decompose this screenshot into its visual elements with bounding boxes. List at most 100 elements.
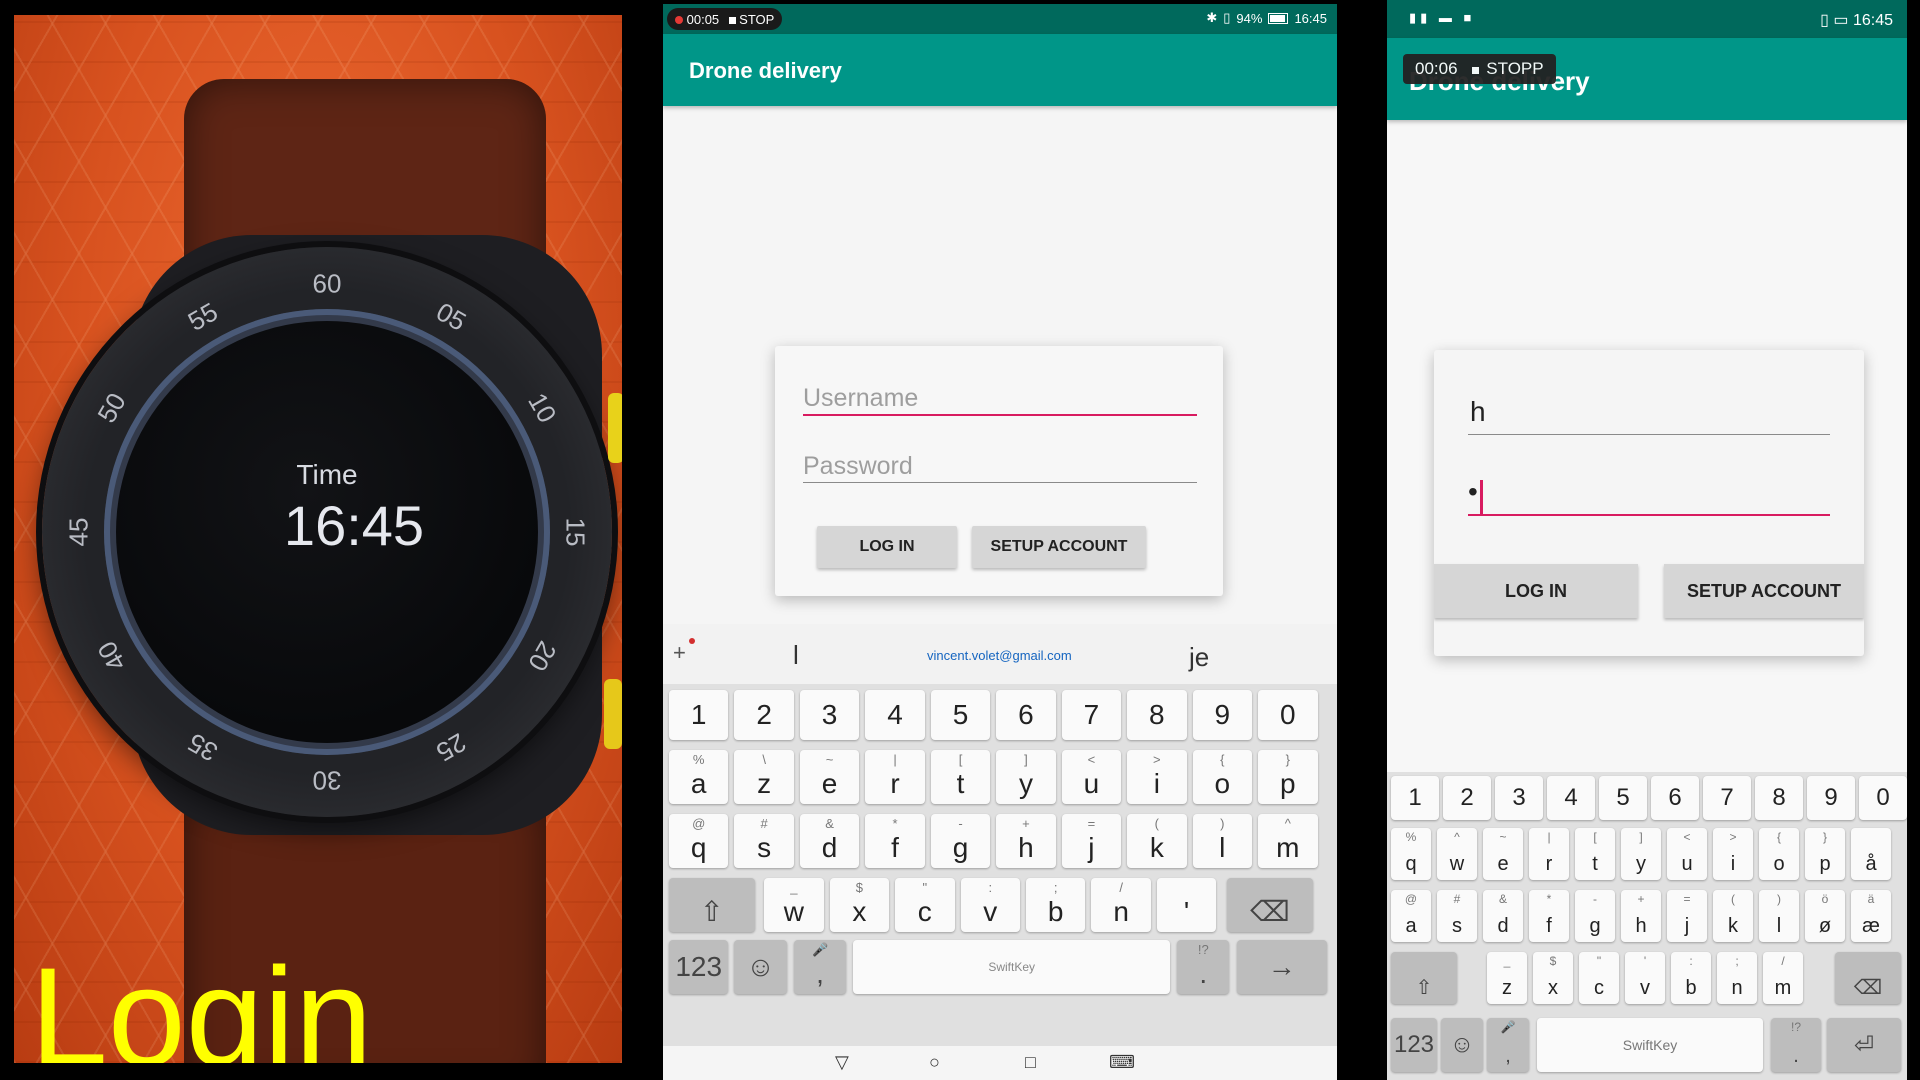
symbols-key[interactable]: 123 xyxy=(1391,1018,1437,1072)
key-0[interactable]: 0 xyxy=(1859,776,1907,820)
key-1[interactable]: 1 xyxy=(1391,776,1439,820)
shift-icon[interactable]: ⇧ xyxy=(668,878,755,932)
backspace-icon[interactable]: ⌫ xyxy=(1227,878,1313,932)
recents-icon[interactable]: □ xyxy=(1025,1052,1036,1073)
key-2[interactable]: 2 xyxy=(734,690,794,740)
key-ø[interactable]: öø xyxy=(1805,890,1845,942)
setup-account-button[interactable]: SETUP ACCOUNT xyxy=(1664,564,1864,618)
password-field[interactable]: • xyxy=(1468,474,1830,516)
space-bar[interactable]: SwiftKey xyxy=(853,940,1170,994)
setup-account-button[interactable]: SETUP ACCOUNT xyxy=(972,526,1146,568)
key-0[interactable]: 0 xyxy=(1258,690,1318,740)
recording-indicator[interactable]: 00:05 STOP xyxy=(667,8,783,30)
key-q[interactable]: @ q xyxy=(668,814,729,868)
key-3[interactable]: 3 xyxy=(1495,776,1543,820)
key-p[interactable]: } p xyxy=(1258,750,1318,804)
key-h[interactable]: + h xyxy=(1621,890,1661,942)
key-b[interactable]: :b xyxy=(1671,952,1711,1004)
home-icon[interactable]: ○ xyxy=(929,1052,940,1073)
key-1[interactable]: 1 xyxy=(668,690,729,740)
shift-icon[interactable]: ⇧ xyxy=(1391,952,1457,1004)
username-field[interactable]: h xyxy=(1468,394,1830,435)
key-f[interactable]: * f xyxy=(1529,890,1569,942)
key-å[interactable]: å xyxy=(1851,828,1891,880)
key-u[interactable]: < u xyxy=(1061,750,1122,804)
key-i[interactable]: > i xyxy=(1127,750,1187,804)
key-d[interactable]: & d xyxy=(799,814,860,868)
key-5[interactable]: 5 xyxy=(1599,776,1647,820)
key-z[interactable]: _ z xyxy=(1487,952,1527,1004)
key-s[interactable]: # s xyxy=(1437,890,1477,942)
key-l[interactable]: ) l xyxy=(1759,890,1799,942)
key-s[interactable]: # s xyxy=(734,814,794,868)
key-char[interactable]: _ w xyxy=(764,878,824,932)
key-y[interactable]: ] y xyxy=(996,750,1056,804)
key-9[interactable]: 9 xyxy=(1807,776,1855,820)
key-l[interactable]: ) l xyxy=(1192,814,1253,868)
key-8[interactable]: 8 xyxy=(1755,776,1803,820)
key-o[interactable]: {o xyxy=(1192,750,1253,804)
symbols-key[interactable]: 123 xyxy=(668,940,729,994)
key-char[interactable]: " c xyxy=(895,878,955,932)
key-r[interactable]: | r xyxy=(865,750,925,804)
period-key[interactable]: !?. xyxy=(1771,1018,1821,1072)
key-4[interactable]: 4 xyxy=(1547,776,1595,820)
key-t[interactable]: [t xyxy=(1575,828,1615,880)
key-a[interactable]: % a xyxy=(668,750,729,804)
key-2[interactable]: 2 xyxy=(1443,776,1491,820)
key-c[interactable]: " c xyxy=(1579,952,1619,1004)
key-q[interactable]: % q xyxy=(1391,828,1431,880)
key-j[interactable]: = j xyxy=(1061,814,1122,868)
key-t[interactable]: [t xyxy=(930,750,991,804)
key-a[interactable]: @ a xyxy=(1391,890,1431,942)
key-7[interactable]: 7 xyxy=(1061,690,1122,740)
key-u[interactable]: < u xyxy=(1667,828,1707,880)
key-4[interactable]: 4 xyxy=(865,690,925,740)
comma-mic-key[interactable]: 🎤, xyxy=(793,940,847,994)
key-e[interactable]: ~ e xyxy=(799,750,860,804)
key-char[interactable]: :v xyxy=(960,878,1020,932)
suggestion-item[interactable]: je xyxy=(1189,642,1209,673)
key-char[interactable]: $ x xyxy=(829,878,890,932)
key-i[interactable]: > i xyxy=(1713,828,1753,880)
key-o[interactable]: {o xyxy=(1759,828,1799,880)
key-r[interactable]: | r xyxy=(1529,828,1569,880)
recording-indicator[interactable]: 00:06 STOPP xyxy=(1403,54,1556,84)
key-p[interactable]: } p xyxy=(1805,828,1845,880)
plus-icon[interactable]: + xyxy=(673,638,695,666)
space-bar[interactable]: SwiftKey xyxy=(1537,1018,1763,1072)
key-k[interactable]: (k xyxy=(1713,890,1753,942)
key-m[interactable]: ^ m xyxy=(1258,814,1318,868)
key-9[interactable]: 9 xyxy=(1192,690,1253,740)
emoji-icon[interactable]: ☺ xyxy=(734,940,787,994)
key-char[interactable]: ; b xyxy=(1025,878,1086,932)
emoji-icon[interactable]: ☺ xyxy=(1441,1018,1483,1072)
key-6[interactable]: 6 xyxy=(996,690,1056,740)
key-3[interactable]: 3 xyxy=(799,690,860,740)
key-d[interactable]: & d xyxy=(1483,890,1523,942)
key-6[interactable]: 6 xyxy=(1651,776,1699,820)
backspace-icon[interactable]: ⌫ xyxy=(1835,952,1901,1004)
key-n[interactable]: ; n xyxy=(1717,952,1757,1004)
key-5[interactable]: 5 xyxy=(930,690,991,740)
enter-icon[interactable]: ⏎ xyxy=(1827,1018,1901,1072)
key-k[interactable]: (k xyxy=(1127,814,1187,868)
username-field[interactable]: Username xyxy=(803,384,1197,416)
key-w[interactable]: ^ w xyxy=(1437,828,1477,880)
key-v[interactable]: ' v xyxy=(1625,952,1665,1004)
comma-mic-key[interactable]: 🎤, xyxy=(1487,1018,1529,1072)
key-z[interactable]: \ z xyxy=(734,750,794,804)
key-g[interactable]: -g xyxy=(930,814,991,868)
period-key[interactable]: !?. xyxy=(1177,940,1230,994)
key-8[interactable]: 8 xyxy=(1127,690,1187,740)
log-in-button[interactable]: LOG IN xyxy=(1434,564,1638,618)
key-x[interactable]: $ x xyxy=(1533,952,1573,1004)
key-e[interactable]: ~ e xyxy=(1483,828,1523,880)
key-g[interactable]: -g xyxy=(1575,890,1615,942)
key-j[interactable]: = j xyxy=(1667,890,1707,942)
key-m[interactable]: / m xyxy=(1763,952,1803,1004)
key-f[interactable]: * f xyxy=(865,814,925,868)
key-char[interactable]: / n xyxy=(1091,878,1151,932)
key-æ[interactable]: äæ xyxy=(1851,890,1891,942)
password-field[interactable]: Password xyxy=(803,452,1197,483)
